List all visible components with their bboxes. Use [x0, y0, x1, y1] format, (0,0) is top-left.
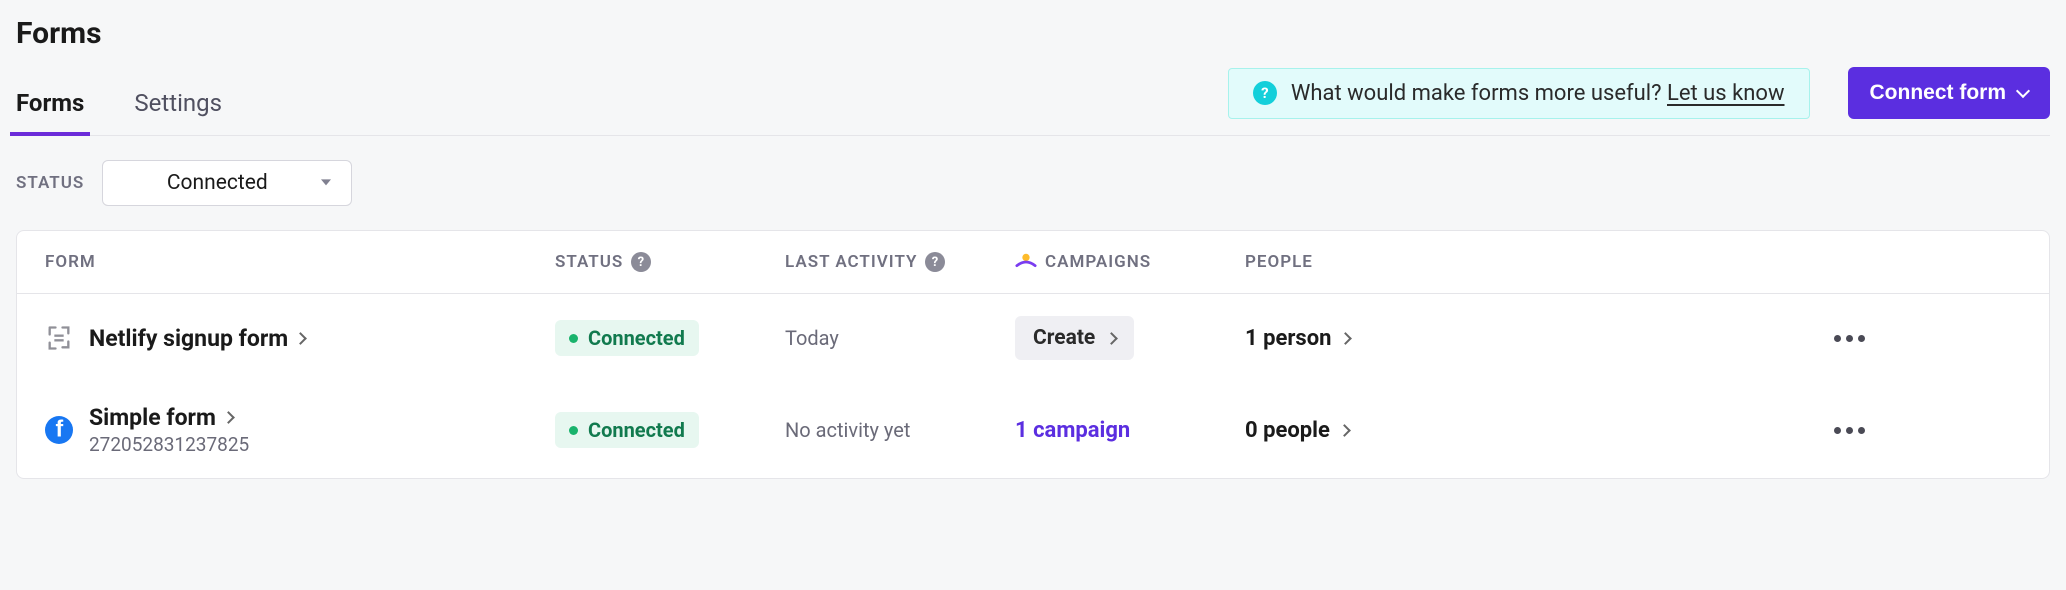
form-name-link[interactable]: Simple form [89, 404, 249, 431]
ellipsis-icon [1834, 427, 1841, 434]
banner-link[interactable]: Let us know [1667, 81, 1785, 106]
help-icon[interactable]: ? [631, 252, 651, 272]
create-campaign-button[interactable]: Create [1015, 316, 1134, 360]
th-campaigns-label: CAMPAIGNS [1045, 252, 1151, 272]
form-name-text: Netlify signup form [89, 325, 288, 352]
status-cell: Connected [555, 320, 785, 356]
th-status-label: STATUS [555, 252, 623, 272]
filter-row: STATUS Connected [16, 136, 2050, 230]
tab-forms[interactable]: Forms [16, 79, 84, 135]
status-filter-value: Connected [167, 171, 268, 195]
chevron-right-icon [1338, 424, 1351, 437]
chevron-right-icon [1340, 332, 1353, 345]
status-dot-icon [569, 426, 578, 435]
more-actions-button[interactable] [1755, 335, 1875, 342]
caret-down-icon [321, 179, 331, 185]
status-text: Connected [588, 326, 685, 350]
table-row: Netlify signup form Connected Today Crea… [17, 294, 2049, 382]
th-people: PEOPLE [1245, 252, 1755, 272]
banner-text: What would make forms more useful? Let u… [1291, 81, 1785, 106]
form-icon [45, 324, 73, 352]
ellipsis-icon [1846, 335, 1853, 342]
th-last-activity-label: LAST ACTIVITY [785, 252, 917, 272]
more-actions-button[interactable] [1755, 427, 1875, 434]
facebook-icon [45, 416, 73, 444]
table-row: Simple form 272052831237825 Connected No… [17, 382, 2049, 478]
connect-form-label: Connect form [1870, 81, 2007, 105]
campaigns-icon [1015, 251, 1037, 273]
form-name-wrap: Netlify signup form [89, 325, 305, 352]
chevron-down-icon [2016, 84, 2030, 98]
ellipsis-icon [1846, 427, 1853, 434]
feedback-banner: ? What would make forms more useful? Let… [1228, 68, 1810, 119]
chevron-right-icon [1105, 332, 1118, 345]
help-icon[interactable]: ? [925, 252, 945, 272]
form-name-wrap: Simple form 272052831237825 [89, 404, 249, 456]
status-text: Connected [588, 418, 685, 442]
chevron-right-icon [222, 411, 235, 424]
last-activity-cell: Today [785, 326, 1015, 350]
people-link[interactable]: 0 people [1245, 418, 1755, 443]
form-name-text: Simple form [89, 404, 216, 431]
status-cell: Connected [555, 412, 785, 448]
tabs: Forms Settings [16, 79, 222, 135]
campaigns-cell: Create [1015, 316, 1245, 360]
campaign-link[interactable]: 1 campaign [1015, 418, 1130, 443]
people-count: 1 person [1245, 326, 1331, 351]
create-campaign-label: Create [1033, 326, 1095, 350]
ellipsis-icon [1858, 335, 1865, 342]
campaigns-cell: 1 campaign [1015, 418, 1245, 443]
form-subtext: 272052831237825 [89, 433, 249, 456]
form-cell: Netlify signup form [45, 324, 555, 352]
table-header: FORM STATUS ? LAST ACTIVITY ? CAMPAIGNS … [17, 231, 2049, 294]
filter-label: STATUS [16, 173, 84, 193]
header-row: Forms Settings ? What would make forms m… [16, 67, 2050, 136]
ellipsis-icon [1834, 335, 1841, 342]
ellipsis-icon [1858, 427, 1865, 434]
th-form: FORM [45, 252, 555, 272]
question-icon: ? [1253, 81, 1277, 105]
tab-settings[interactable]: Settings [134, 79, 222, 135]
th-last-activity: LAST ACTIVITY ? [785, 252, 1015, 272]
th-status: STATUS ? [555, 252, 785, 272]
header-actions: ? What would make forms more useful? Let… [1228, 67, 2050, 135]
last-activity-cell: No activity yet [785, 418, 1015, 442]
status-badge: Connected [555, 412, 699, 448]
people-count: 0 people [1245, 418, 1330, 443]
status-badge: Connected [555, 320, 699, 356]
people-link[interactable]: 1 person [1245, 326, 1755, 351]
form-name-link[interactable]: Netlify signup form [89, 325, 305, 352]
chevron-right-icon [294, 332, 307, 345]
status-dot-icon [569, 334, 578, 343]
connect-form-button[interactable]: Connect form [1848, 67, 2051, 119]
forms-table: FORM STATUS ? LAST ACTIVITY ? CAMPAIGNS … [16, 230, 2050, 479]
page-title: Forms [16, 16, 2050, 51]
status-filter-select[interactable]: Connected [102, 160, 352, 206]
th-campaigns: CAMPAIGNS [1015, 251, 1245, 273]
form-cell: Simple form 272052831237825 [45, 404, 555, 456]
banner-message: What would make forms more useful? [1291, 81, 1667, 106]
